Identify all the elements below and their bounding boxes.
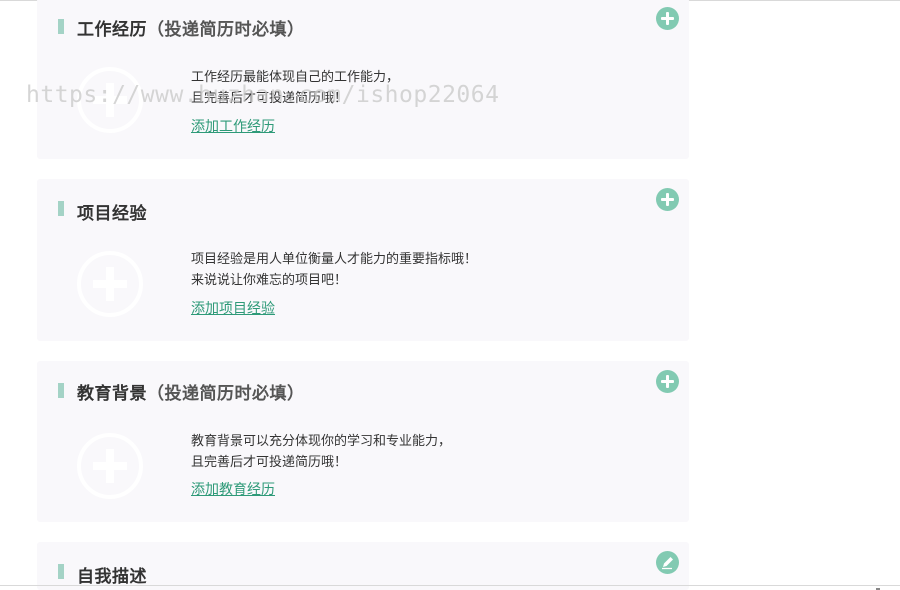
- description-line: 工作经历最能体现自己的工作能力，: [191, 70, 400, 85]
- section-title: 教育背景（投递简历时必填）: [77, 379, 305, 404]
- placeholder-plus-icon: [77, 433, 143, 499]
- section-description: 工作经历最能体现自己的工作能力， 且完善后才可投递简历哦！: [191, 67, 399, 109]
- section-description: 项目经验是用人单位衡量人才能力的重要指标哦！ 来说说让你难忘的项目吧！: [191, 249, 477, 291]
- description-line: 且完善后才可投递简历哦！: [191, 91, 348, 106]
- edit-self-description-pencil-icon[interactable]: [656, 551, 679, 574]
- section-title: 工作经历（投递简历时必填）: [77, 15, 305, 40]
- section-marker: [58, 201, 64, 216]
- section-title-text: 工作经历: [77, 20, 147, 40]
- add-education-link[interactable]: 添加教育经历: [191, 479, 275, 499]
- add-project-plus-icon[interactable]: [656, 188, 679, 211]
- add-project-link[interactable]: 添加项目经验: [191, 298, 275, 318]
- education-section: 教育背景（投递简历时必填） 教育背景可以充分体现你的学习和专业能力， 且完善后才…: [37, 361, 689, 522]
- placeholder-plus-icon: [77, 67, 143, 133]
- section-title: 项目经验: [77, 199, 147, 224]
- bottom-divider: [0, 585, 900, 586]
- add-work-experience-link[interactable]: 添加工作经历: [191, 116, 275, 136]
- project-experience-section: 项目经验 项目经验是用人单位衡量人才能力的重要指标哦！ 来说说让你难忘的项目吧！…: [37, 179, 689, 341]
- section-title-text: 项目经验: [77, 204, 147, 224]
- self-description-section: 自我描述: [37, 542, 689, 590]
- work-experience-section: 工作经历（投递简历时必填） 工作经历最能体现自己的工作能力， 且完善后才可投递简…: [37, 0, 689, 159]
- section-marker: [58, 564, 64, 579]
- section-subtitle: （投递简历时必填）: [147, 20, 305, 40]
- placeholder-plus-icon: [77, 251, 143, 317]
- section-marker: [58, 383, 64, 398]
- description-line: 且完善后才可投递简历哦！: [191, 455, 348, 470]
- description-line: 教育背景可以充分体现你的学习和专业能力，: [191, 434, 452, 449]
- section-description: 教育背景可以充分体现你的学习和专业能力， 且完善后才可投递简历哦！: [191, 431, 451, 473]
- section-marker: [58, 19, 64, 34]
- section-title-text: 自我描述: [77, 567, 147, 587]
- section-title: 自我描述: [77, 562, 147, 587]
- add-work-experience-plus-icon[interactable]: [656, 7, 679, 30]
- add-education-plus-icon[interactable]: [656, 370, 679, 393]
- section-title-text: 教育背景: [77, 384, 147, 404]
- description-line: 来说说让你难忘的项目吧！: [191, 273, 348, 288]
- description-line: 项目经验是用人单位衡量人才能力的重要指标哦！: [191, 252, 478, 267]
- section-subtitle: （投递简历时必填）: [147, 384, 305, 404]
